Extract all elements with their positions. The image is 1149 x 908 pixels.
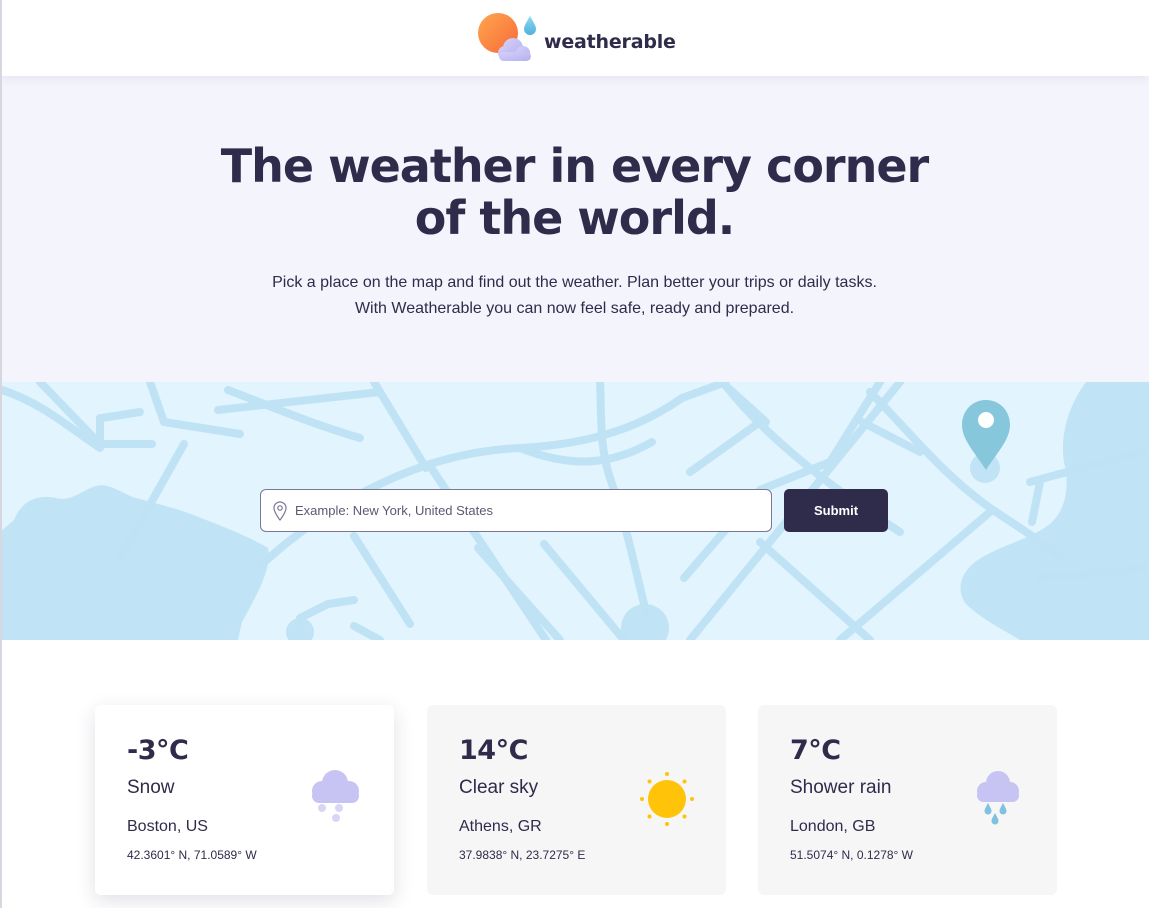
weather-cards: -3°C Snow Boston, US 42.3601° N, 71.0589… (0, 640, 1149, 908)
rain-cloud-icon (977, 771, 1019, 825)
weather-card-athens[interactable]: 14°C Clear sky Athens, GR 37.9838° N, 23… (427, 705, 726, 895)
hero-subtitle: Pick a place on the map and find out the… (0, 270, 1149, 322)
card-city: London, GB (790, 818, 876, 835)
hero-title-line-1: The weather in every corner (220, 139, 930, 193)
hero-title: The weather in every corner of the world… (0, 140, 1149, 244)
card-coordinates: 51.5074° N, 0.1278° W (790, 848, 914, 862)
card-condition: Shower rain (790, 777, 892, 798)
weather-card-boston[interactable]: -3°C Snow Boston, US 42.3601° N, 71.0589… (95, 705, 394, 895)
map-section: Submit (0, 382, 1149, 640)
hero-subtitle-line-1: Pick a place on the map and find out the… (272, 274, 877, 291)
search-input[interactable] (295, 490, 761, 531)
card-condition: Clear sky (459, 777, 539, 798)
snow-cloud-icon (312, 770, 359, 822)
window-edge (0, 0, 2, 908)
card-city: Boston, US (127, 818, 208, 835)
card-coordinates: 42.3601° N, 71.0589° W (127, 848, 257, 862)
card-condition: Snow (127, 777, 175, 798)
logo[interactable]: weatherable (477, 12, 676, 64)
site-header: weatherable (0, 0, 1149, 76)
hero-section: The weather in every corner of the world… (0, 76, 1149, 382)
search-field[interactable] (260, 489, 772, 532)
card-temperature: -3°C (127, 735, 189, 766)
card-temperature: 7°C (790, 735, 841, 766)
hero-subtitle-line-2: With Weatherable you can now feel safe, … (354, 300, 795, 317)
sun-cloud-droplet-logo-icon (478, 13, 536, 61)
card-coordinates: 37.9838° N, 23.7275° E (459, 848, 586, 862)
hero-title-line-2: of the world. (414, 191, 736, 245)
card-temperature: 14°C (459, 735, 528, 766)
card-city: Athens, GR (459, 818, 542, 835)
sun-icon (640, 772, 694, 826)
location-pin-icon (273, 501, 287, 521)
weather-card-london[interactable]: 7°C Shower rain London, GB 51.5074° N, 0… (758, 705, 1057, 895)
submit-button[interactable]: Submit (784, 489, 888, 532)
brand-name: weatherable (544, 31, 676, 53)
